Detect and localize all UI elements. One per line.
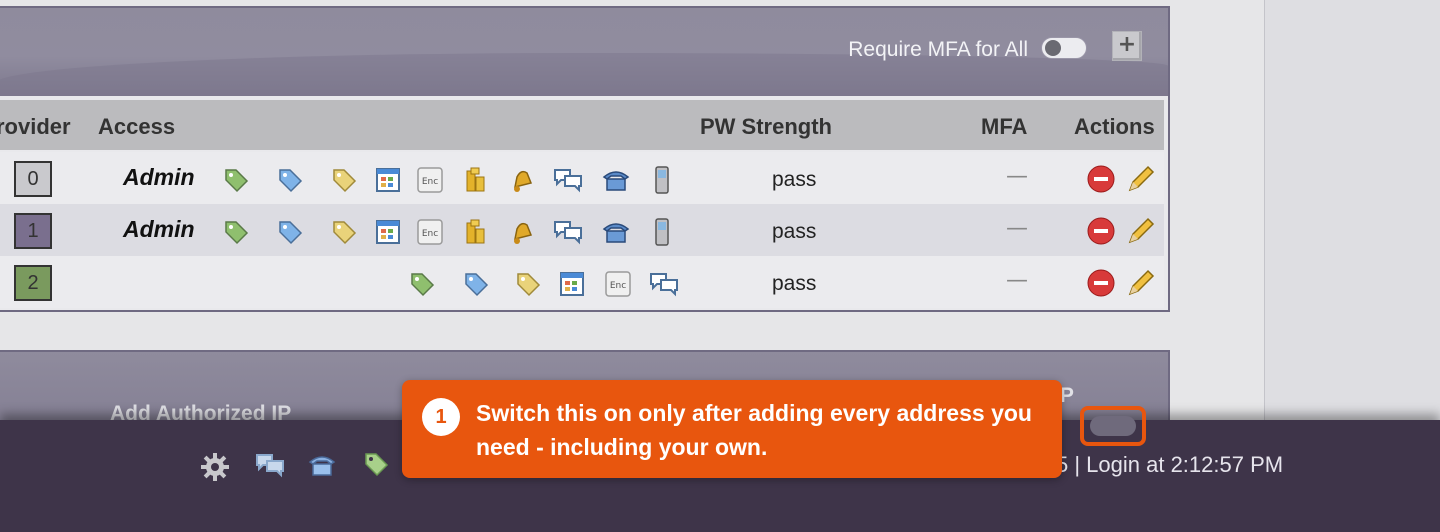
tutorial-callout: 1 Switch this on only after adding every… xyxy=(402,380,1062,478)
provider-id-badge[interactable]: 2 xyxy=(14,265,52,301)
svg-text:Enc: Enc xyxy=(422,177,438,187)
edit-pencil-icon[interactable] xyxy=(1124,162,1158,200)
edit-pencil-icon[interactable] xyxy=(1124,266,1158,304)
chat-icon[interactable] xyxy=(552,216,584,248)
toggle-knob xyxy=(1045,40,1061,56)
calendar-icon[interactable] xyxy=(372,216,404,248)
coins-icon[interactable] xyxy=(460,164,492,196)
blue-tag-icon[interactable] xyxy=(274,216,306,248)
svg-text:Enc: Enc xyxy=(610,281,626,291)
mfa-status: — xyxy=(1006,268,1028,293)
blue-tag-icon[interactable] xyxy=(274,164,306,196)
mobile-icon[interactable] xyxy=(646,216,678,248)
encryption-icon[interactable]: Enc xyxy=(414,164,446,196)
panel-header: Require MFA for All + xyxy=(0,8,1168,96)
login-status-text: 5 | Login at 2:12:57 PM xyxy=(1056,452,1284,477)
svg-text:Enc: Enc xyxy=(422,229,438,239)
bell-icon[interactable] xyxy=(506,216,538,248)
pw-strength-value: pass xyxy=(772,220,817,243)
phone-icon[interactable] xyxy=(600,216,632,248)
green-tag-icon[interactable] xyxy=(406,268,438,300)
delete-icon[interactable] xyxy=(1086,216,1116,250)
highlight-ring xyxy=(1080,406,1146,446)
phone-icon[interactable] xyxy=(600,164,632,196)
calendar-icon[interactable] xyxy=(372,164,404,196)
calendar-icon[interactable] xyxy=(556,268,588,300)
chat-icon[interactable] xyxy=(254,450,286,484)
delete-icon[interactable] xyxy=(1086,268,1116,302)
table-row: 1 Admin Enc pass — xyxy=(0,204,1164,256)
access-level: Admin xyxy=(123,216,195,242)
provider-id-badge[interactable]: 1 xyxy=(14,213,52,249)
provider-id-badge[interactable]: 0 xyxy=(14,161,52,197)
mobile-icon[interactable] xyxy=(646,164,678,196)
require-mfa-label: Require MFA for All xyxy=(848,38,1028,61)
mfa-status: — xyxy=(1006,216,1028,241)
table-row: 2 Enc pass — xyxy=(0,256,1164,308)
mfa-status: — xyxy=(1006,164,1028,189)
encryption-icon[interactable]: Enc xyxy=(602,268,634,300)
chat-icon[interactable] xyxy=(648,268,680,300)
delete-icon[interactable] xyxy=(1086,164,1116,198)
green-tag-icon[interactable] xyxy=(220,164,252,196)
yellow-tag-icon[interactable] xyxy=(328,216,360,248)
callout-text: Switch this on only after adding every a… xyxy=(476,400,1032,460)
col-mfa: MFA xyxy=(981,114,1028,139)
step-number-badge: 1 xyxy=(422,398,460,436)
encryption-icon[interactable]: Enc xyxy=(414,216,446,248)
require-mfa-toggle[interactable] xyxy=(1041,37,1087,59)
phone-icon[interactable] xyxy=(306,450,338,484)
tag-icon[interactable] xyxy=(362,450,390,482)
users-panel: Require MFA for All + rovider Access PW … xyxy=(0,6,1170,312)
add-button[interactable]: + xyxy=(1112,31,1142,61)
chat-icon[interactable] xyxy=(552,164,584,196)
col-provider: rovider xyxy=(0,114,71,139)
yellow-tag-icon[interactable] xyxy=(328,164,360,196)
gear-icon[interactable] xyxy=(198,450,232,488)
access-level: Admin xyxy=(123,164,195,190)
col-pw-strength: PW Strength xyxy=(700,114,832,139)
blue-tag-icon[interactable] xyxy=(460,268,492,300)
bell-icon[interactable] xyxy=(506,164,538,196)
coins-icon[interactable] xyxy=(460,216,492,248)
table-header: rovider Access PW Strength MFA Actions xyxy=(0,100,1164,150)
table-row: 0 Admin Enc pass — xyxy=(0,152,1164,204)
green-tag-icon[interactable] xyxy=(220,216,252,248)
pw-strength-value: pass xyxy=(772,168,817,191)
col-actions: Actions xyxy=(1074,114,1155,139)
yellow-tag-icon[interactable] xyxy=(512,268,544,300)
edit-pencil-icon[interactable] xyxy=(1124,214,1158,252)
pw-strength-value: pass xyxy=(772,272,817,295)
col-access: Access xyxy=(98,114,176,139)
